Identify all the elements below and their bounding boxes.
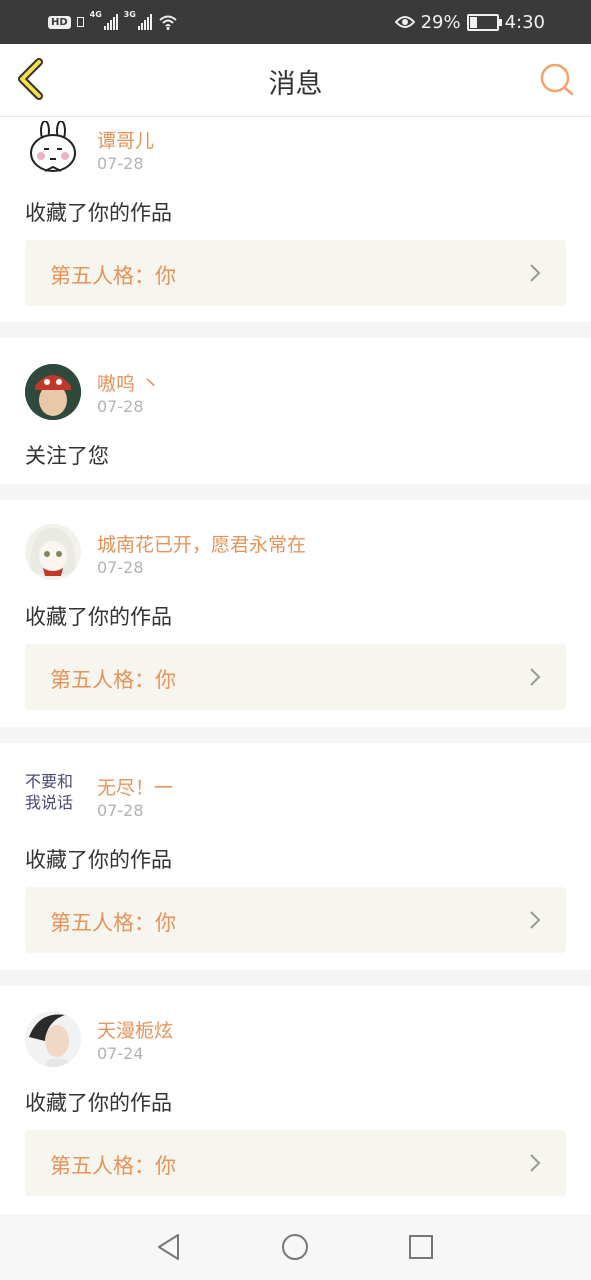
battery-icon: [466, 13, 502, 31]
avatar[interactable]: [25, 524, 81, 580]
system-nav-bar: [0, 1214, 591, 1280]
username[interactable]: 无尽！一: [97, 773, 173, 800]
status-bar: HD 4G 3G 29% 4:30: [0, 0, 591, 44]
divider: [0, 322, 591, 338]
chevron-right-icon: [530, 911, 541, 929]
message-date: 07-28: [97, 397, 144, 416]
divider: [0, 970, 591, 986]
message-action: 收藏了你的作品: [25, 1091, 172, 1115]
work-title: 第五人格：你: [50, 668, 176, 692]
divider: [0, 484, 591, 500]
page-title: 消息: [268, 69, 323, 100]
battery-percent: 29%: [420, 11, 461, 33]
signal-icon-sim2: 3G: [124, 10, 152, 30]
message-card[interactable]: 天漫栀炫 07-24 收藏了你的作品 第五人格：你: [0, 986, 591, 1214]
message-card[interactable]: 不要和 我说话 无尽！一 07-28 收藏了你的作品 第五人格：你: [0, 743, 591, 970]
username[interactable]: 嗷呜 丶: [97, 369, 160, 396]
app-header: 消息: [0, 44, 591, 117]
triangle-back-icon[interactable]: [154, 1232, 184, 1262]
message-action: 收藏了你的作品: [25, 848, 172, 872]
hd-badge: HD: [48, 15, 71, 29]
search-icon[interactable]: [537, 60, 577, 100]
work-title: 第五人格：你: [50, 1154, 176, 1178]
username[interactable]: 谭哥儿: [97, 126, 154, 153]
chevron-right-icon: [530, 264, 541, 282]
eye-comfort-icon: [394, 16, 415, 28]
message-card[interactable]: 谭哥儿 07-28 收藏了你的作品 第五人格：你: [0, 117, 591, 322]
work-link[interactable]: 第五人格：你: [25, 887, 566, 953]
username[interactable]: 天漫栀炫: [97, 1016, 173, 1043]
clock: 4:30: [504, 11, 545, 33]
message-date: 07-28: [97, 558, 144, 577]
work-link[interactable]: 第五人格：你: [25, 644, 566, 710]
divider: [0, 727, 591, 743]
avatar-text: 不要和 我说话: [25, 772, 74, 812]
work-title: 第五人格：你: [50, 264, 176, 288]
work-title: 第五人格：你: [50, 911, 176, 935]
message-action: 收藏了你的作品: [25, 201, 172, 225]
message-card[interactable]: 嗷呜 丶 07-28 关注了您: [0, 338, 591, 484]
sim-lock-icon: [76, 17, 84, 27]
avatar[interactable]: [25, 364, 81, 420]
signal-icon-sim1: 4G: [90, 10, 118, 30]
message-action: 关注了您: [25, 444, 109, 468]
message-date: 07-28: [97, 801, 144, 820]
message-date: 07-28: [97, 154, 144, 173]
message-card[interactable]: 城南花已开，愿君永常在 07-28 收藏了你的作品 第五人格：你: [0, 500, 591, 727]
work-link[interactable]: 第五人格：你: [25, 1130, 566, 1196]
chevron-right-icon: [530, 668, 541, 686]
circle-home-icon[interactable]: [280, 1232, 310, 1262]
work-link[interactable]: 第五人格：你: [25, 240, 566, 306]
avatar[interactable]: [25, 1011, 81, 1067]
avatar[interactable]: 不要和 我说话: [25, 771, 81, 827]
username[interactable]: 城南花已开，愿君永常在: [97, 530, 306, 557]
message-date: 07-24: [97, 1044, 144, 1063]
avatar[interactable]: [25, 121, 81, 177]
chevron-right-icon: [530, 1154, 541, 1172]
wifi-icon: [159, 15, 177, 30]
square-recent-icon[interactable]: [406, 1232, 436, 1262]
message-action: 收藏了你的作品: [25, 605, 172, 629]
